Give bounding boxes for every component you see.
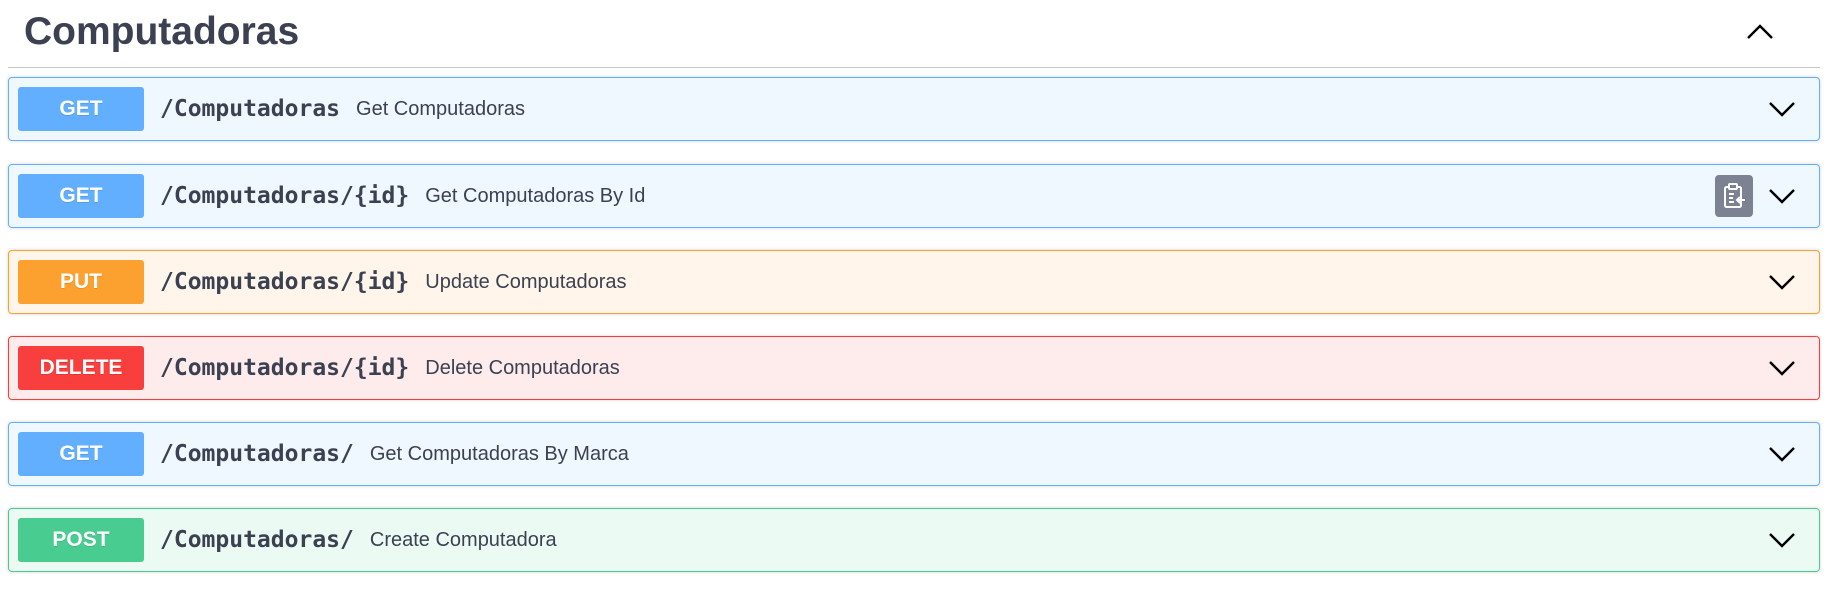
operation-path: /Computadoras/ bbox=[160, 441, 354, 467]
chevron-up-icon[interactable] bbox=[1742, 14, 1778, 50]
operation-get-computadoras-by-marca[interactable]: GET /Computadoras/ Get Computadoras By M… bbox=[8, 422, 1820, 486]
method-badge: GET bbox=[18, 174, 144, 218]
method-badge: GET bbox=[18, 432, 144, 476]
operation-post-computadora[interactable]: POST /Computadoras/ Create Computadora bbox=[8, 508, 1820, 572]
tag-section-header[interactable]: Computadoras bbox=[8, 0, 1820, 68]
method-badge: PUT bbox=[18, 260, 144, 304]
operation-summary: Update Computadoras bbox=[425, 270, 627, 293]
operation-path: /Computadoras/{id} bbox=[160, 355, 410, 381]
chevron-down-icon[interactable] bbox=[1765, 179, 1799, 213]
chevron-down-icon[interactable] bbox=[1765, 351, 1799, 385]
clipboard-icon bbox=[1724, 183, 1745, 208]
tag-title: Computadoras bbox=[24, 9, 300, 53]
operation-put-computadoras[interactable]: PUT /Computadoras/{id} Update Computador… bbox=[8, 250, 1820, 314]
chevron-down-icon[interactable] bbox=[1765, 437, 1799, 471]
method-badge: DELETE bbox=[18, 346, 144, 390]
operation-summary: Create Computadora bbox=[369, 528, 557, 551]
operation-path: /Computadoras bbox=[160, 96, 341, 122]
operation-path: /Computadoras/{id} bbox=[160, 183, 410, 209]
operation-get-computadoras[interactable]: GET /Computadoras Get Computadoras bbox=[8, 77, 1820, 141]
operation-get-computadoras-by-id[interactable]: GET /Computadoras/{id} Get Computadoras … bbox=[8, 164, 1820, 228]
operation-delete-computadoras[interactable]: DELETE /Computadoras/{id} Delete Computa… bbox=[8, 336, 1820, 400]
copy-to-clipboard-button[interactable] bbox=[1715, 175, 1753, 217]
method-badge: GET bbox=[18, 87, 144, 131]
operation-summary: Get Computadoras By Id bbox=[425, 184, 646, 207]
operation-path: /Computadoras/{id} bbox=[160, 269, 410, 295]
chevron-down-icon[interactable] bbox=[1765, 92, 1799, 126]
operation-summary: Get Computadoras bbox=[356, 97, 525, 120]
chevron-down-icon[interactable] bbox=[1765, 265, 1799, 299]
chevron-down-icon[interactable] bbox=[1765, 523, 1799, 557]
operation-summary: Get Computadoras By Marca bbox=[369, 442, 629, 465]
operation-path: /Computadoras/ bbox=[160, 527, 354, 553]
method-badge: POST bbox=[18, 518, 144, 562]
operation-summary: Delete Computadoras bbox=[425, 356, 620, 379]
